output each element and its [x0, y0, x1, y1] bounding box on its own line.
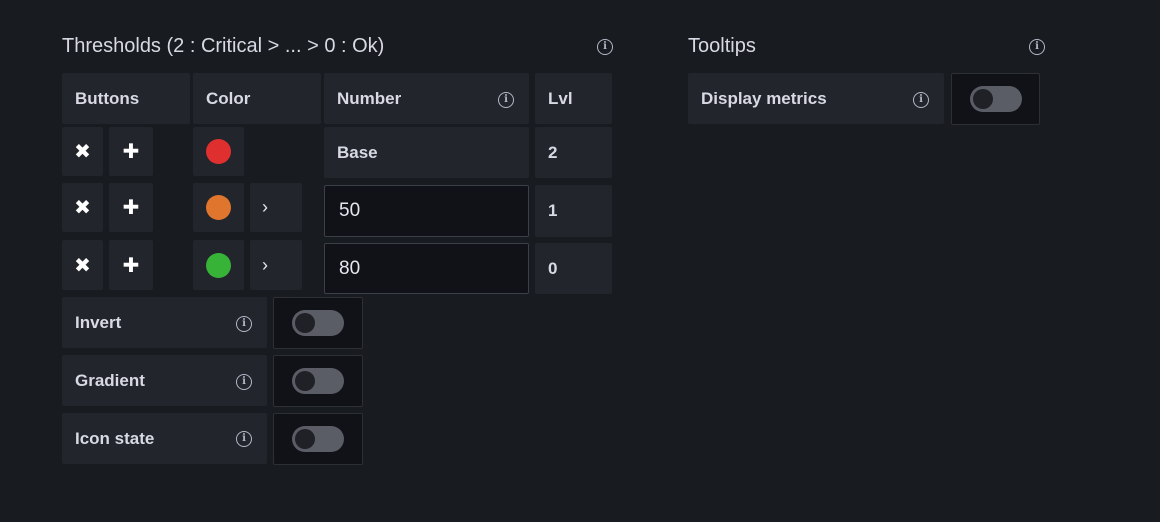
color-picker[interactable]	[193, 127, 244, 176]
display-metrics-toggle[interactable]	[969, 86, 1022, 112]
thresholds-title: Thresholds (2 : Critical > ... > 0 : Ok)	[62, 35, 385, 57]
display-metrics-label-text: Display metrics	[701, 88, 827, 108]
color-swatch-green	[206, 252, 231, 278]
gradient-toggle[interactable]	[292, 368, 344, 394]
icon-state-label-text: Icon state	[75, 428, 155, 448]
color-swatch-orange	[206, 195, 231, 220]
panel-editor: Thresholds (2 : Critical > ... > 0 : Ok)…	[0, 0, 1160, 522]
remove-threshold-button[interactable]: ✖	[62, 183, 103, 232]
gradient-info-icon[interactable]: i	[236, 374, 252, 390]
chevron-right-icon[interactable]: ›	[250, 183, 302, 232]
icon-state-info-icon[interactable]: i	[236, 431, 252, 447]
number-header-label: Number	[337, 88, 402, 108]
threshold-level: 2	[535, 127, 612, 178]
toggle-knob	[295, 313, 315, 333]
lvl-header: Lvl	[535, 73, 612, 124]
add-threshold-button[interactable]: ✚	[109, 183, 153, 232]
remove-threshold-button[interactable]: ✖	[62, 127, 103, 176]
invert-toggle[interactable]	[292, 310, 344, 336]
icon-state-toggle-container	[273, 413, 363, 465]
chevron-right-icon[interactable]: ›	[250, 240, 302, 290]
remove-threshold-button[interactable]: ✖	[62, 240, 103, 290]
color-header: Color	[193, 73, 321, 124]
color-picker[interactable]	[193, 183, 244, 232]
threshold-level: 1	[535, 185, 612, 237]
tooltips-title: Tooltips	[688, 35, 756, 57]
threshold-value-input[interactable]	[324, 185, 529, 237]
threshold-value-input[interactable]	[324, 243, 529, 294]
color-swatch-red	[206, 139, 231, 164]
invert-toggle-container	[273, 297, 363, 349]
invert-label-text: Invert	[75, 312, 122, 332]
threshold-base-value: Base	[324, 127, 529, 178]
buttons-header: Buttons	[62, 73, 190, 124]
tooltips-info-icon[interactable]: i	[1029, 39, 1045, 55]
toggle-knob	[295, 371, 315, 391]
display-metrics-info-icon[interactable]: i	[913, 92, 929, 108]
invert-info-icon[interactable]: i	[236, 316, 252, 332]
thresholds-info-icon[interactable]: i	[597, 39, 613, 55]
color-picker[interactable]	[193, 240, 244, 290]
gradient-label-text: Gradient	[75, 370, 145, 390]
add-threshold-button[interactable]: ✚	[109, 127, 153, 176]
gradient-toggle-container	[273, 355, 363, 407]
icon-state-toggle[interactable]	[292, 426, 344, 452]
add-threshold-button[interactable]: ✚	[109, 240, 153, 290]
toggle-knob	[972, 89, 993, 109]
display-metrics-toggle-container	[951, 73, 1040, 125]
number-info-icon[interactable]: i	[498, 92, 514, 108]
toggle-knob	[295, 429, 315, 449]
display-metrics-label: Display metrics	[688, 73, 944, 124]
threshold-level: 0	[535, 243, 612, 294]
